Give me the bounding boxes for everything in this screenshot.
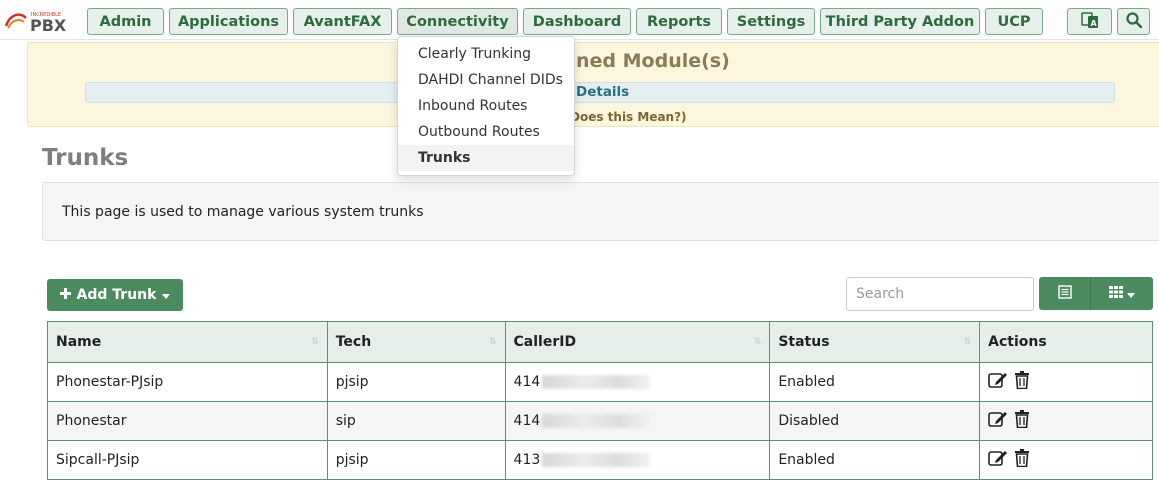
caret-down-icon bbox=[162, 287, 171, 303]
menu-item-inbound-routes[interactable]: Inbound Routes bbox=[398, 93, 574, 119]
search-input[interactable] bbox=[846, 277, 1034, 311]
trunk-callerid: 413 bbox=[504, 440, 771, 480]
nav-dashboard[interactable]: Dashboard bbox=[523, 8, 631, 35]
delete-icon[interactable] bbox=[1014, 410, 1030, 428]
grid-icon bbox=[1109, 285, 1123, 302]
banner-what-does-this-mean-link[interactable]: Does this Mean?) bbox=[570, 110, 687, 124]
plus-icon bbox=[59, 287, 71, 303]
trunk-actions bbox=[979, 440, 1153, 480]
top-navbar: INCREDIBLE PBX Admin Applications AvantF… bbox=[0, 0, 1159, 40]
redacted-callerid bbox=[542, 453, 651, 467]
trunk-status: Enabled bbox=[769, 362, 981, 402]
svg-text:A: A bbox=[1090, 19, 1097, 28]
menu-item-clearly-trunking[interactable]: Clearly Trunking bbox=[398, 41, 574, 67]
trunk-name: Phonestar-PJsip bbox=[47, 362, 328, 402]
page-description-text: This page is used to manage various syst… bbox=[62, 203, 424, 220]
column-header-tech[interactable]: Tech ⇅ bbox=[326, 321, 506, 363]
connectivity-dropdown-menu: Clearly Trunking DAHDI Channel DIDs Inbo… bbox=[397, 36, 575, 176]
delete-icon[interactable] bbox=[1014, 371, 1030, 389]
banner-title: ned Module(s) bbox=[576, 50, 730, 72]
incrediblepbx-logo[interactable]: INCREDIBLE PBX bbox=[4, 8, 82, 35]
sort-icon: ⇅ bbox=[488, 337, 497, 347]
view-toggle-group bbox=[1039, 277, 1153, 310]
table-row: Sipcall-PJsip pjsip 413 Enabled bbox=[47, 440, 1153, 480]
trunk-actions bbox=[979, 362, 1153, 402]
language-button[interactable]: A bbox=[1067, 8, 1112, 35]
edit-icon[interactable] bbox=[988, 410, 1008, 428]
edit-icon[interactable] bbox=[988, 371, 1008, 389]
list-icon bbox=[1057, 284, 1072, 303]
menu-item-trunks[interactable]: Trunks bbox=[398, 145, 574, 171]
column-header-name[interactable]: Name ⇅ bbox=[47, 321, 328, 363]
nav-settings[interactable]: Settings bbox=[727, 8, 815, 35]
sort-icon: ⇅ bbox=[963, 337, 972, 347]
nav-connectivity[interactable]: Connectivity bbox=[397, 8, 518, 35]
menu-item-dahdi-channel-dids[interactable]: DAHDI Channel DIDs bbox=[398, 67, 574, 93]
nav-ucp[interactable]: UCP bbox=[985, 8, 1043, 35]
nav-third-party-addon[interactable]: Third Party Addon bbox=[820, 8, 980, 35]
trunk-callerid: 414 bbox=[504, 362, 771, 402]
svg-text:PBX: PBX bbox=[30, 16, 67, 34]
edit-icon[interactable] bbox=[988, 449, 1008, 467]
trunk-callerid: 414 bbox=[504, 401, 771, 441]
table-header-row: Name ⇅ Tech ⇅ CallerID ⇅ Status ⇅ Actions bbox=[47, 321, 1153, 363]
page-title: Trunks bbox=[42, 145, 129, 171]
column-header-status[interactable]: Status ⇅ bbox=[769, 321, 981, 363]
column-header-callerid[interactable]: CallerID ⇅ bbox=[504, 321, 771, 363]
trunk-tech: sip bbox=[326, 401, 506, 441]
sort-icon: ⇅ bbox=[311, 337, 319, 347]
trunk-name: Sipcall-PJsip bbox=[47, 440, 328, 480]
trunk-status: Enabled bbox=[769, 440, 981, 480]
sort-icon: ⇅ bbox=[753, 337, 762, 347]
add-trunk-label: Add Trunk bbox=[76, 287, 157, 303]
trunks-table: Name ⇅ Tech ⇅ CallerID ⇅ Status ⇅ Actions Ph… bbox=[47, 321, 1153, 480]
trunk-tech: pjsip bbox=[326, 440, 506, 480]
column-header-actions: Actions bbox=[979, 321, 1153, 363]
search-icon bbox=[1125, 11, 1142, 32]
add-trunk-button[interactable]: Add Trunk bbox=[47, 279, 183, 311]
language-icon: A bbox=[1080, 11, 1099, 33]
delete-icon[interactable] bbox=[1014, 449, 1030, 467]
banner-details-link[interactable]: Details bbox=[576, 84, 629, 100]
nav-avantfax[interactable]: AvantFAX bbox=[293, 8, 392, 35]
nav-admin[interactable]: Admin bbox=[87, 8, 164, 35]
table-row: Phonestar sip 414 Disabled bbox=[47, 401, 1153, 441]
nav-reports[interactable]: Reports bbox=[636, 8, 722, 35]
columns-button[interactable] bbox=[1091, 277, 1153, 310]
redacted-callerid bbox=[542, 375, 651, 389]
list-view-button[interactable] bbox=[1039, 277, 1091, 310]
redacted-callerid bbox=[542, 414, 651, 428]
trunk-status: Disabled bbox=[769, 401, 981, 441]
caret-down-icon bbox=[1127, 286, 1135, 302]
trunk-name: Phonestar bbox=[47, 401, 328, 441]
trunk-tech: pjsip bbox=[326, 362, 506, 402]
menu-item-outbound-routes[interactable]: Outbound Routes bbox=[398, 119, 574, 145]
nav-applications[interactable]: Applications bbox=[169, 8, 288, 35]
trunk-actions bbox=[979, 401, 1153, 441]
page-description: This page is used to manage various syst… bbox=[42, 182, 1159, 241]
search-button[interactable] bbox=[1117, 8, 1150, 35]
table-row: Phonestar-PJsip pjsip 414 Enabled bbox=[47, 362, 1153, 402]
